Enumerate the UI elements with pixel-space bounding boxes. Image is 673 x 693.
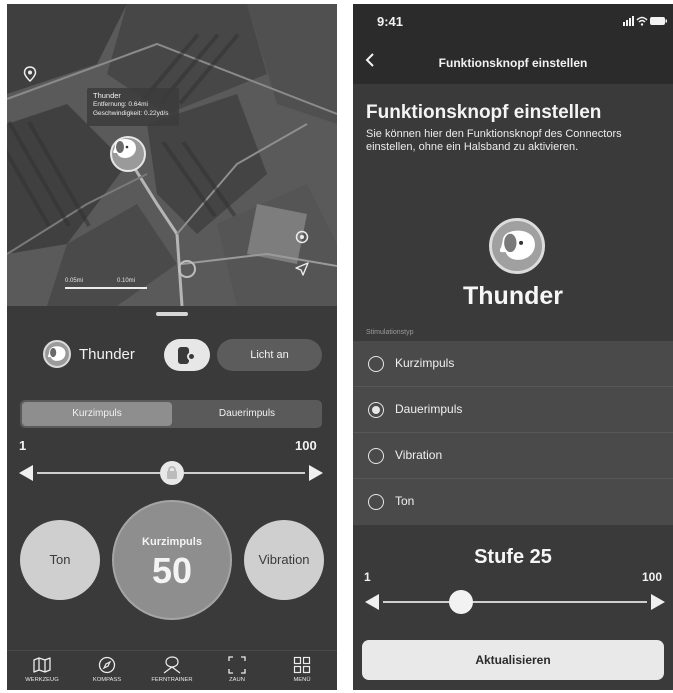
dog-avatar [43,340,71,368]
navigation-bar: Funktionsknopf einstellen [353,44,673,82]
layers-icon [295,230,309,244]
right-screen: 9:41 Funktionsknopf einstellen Funktions… [353,4,673,690]
battery-icon [650,17,667,25]
option-label: Kurzimpuls [395,356,455,370]
grid-menu-icon [293,656,311,674]
drag-handle[interactable] [156,312,188,316]
tab-label: ZAUN [229,677,245,683]
radio-button-selected[interactable] [368,402,384,418]
level-slider-track[interactable] [383,601,647,603]
radio-button[interactable] [368,448,384,464]
light-on-button[interactable]: Licht an [217,339,322,371]
compass-icon [98,656,116,674]
status-time: 9:41 [377,14,404,29]
option-label: Dauerimpuls [395,402,463,416]
radio-button[interactable] [368,494,384,510]
left-screen: Thunder Entfernung: 0.64mi Geschwindigke… [7,4,337,690]
satellite-map[interactable]: Thunder Entfernung: 0.64mi Geschwindigke… [7,4,337,306]
wifi-icon [636,16,648,26]
decrease-arrow-icon[interactable] [19,465,33,481]
impulse-mode-segmented-control: Kurzimpuls Dauerimpuls [20,400,322,428]
tab-label: KOMPASS [92,677,122,683]
map-icon [33,657,51,673]
dog-icon [499,230,535,260]
layers-button[interactable] [295,230,319,254]
dog-map-marker[interactable] [110,136,146,172]
increase-arrow-icon[interactable] [309,465,323,481]
level-heading: Stufe 25 [474,546,552,568]
option-label: Ton [395,494,415,508]
option-label: Vibration [395,448,443,462]
stimulation-button[interactable]: Kurzimpuls 50 [112,500,232,620]
map-scale-bar [65,287,147,289]
location-pin-icon [23,66,37,82]
navigate-button[interactable] [295,262,319,286]
dog-name: Thunder [79,346,135,363]
tab-label: FERNTRAINER [151,677,193,683]
dog-info-callout: Thunder Entfernung: 0.64mi Geschwindigke… [87,88,179,126]
tab-ferntrainer[interactable]: FERNTRAINER [142,655,202,683]
connector-settings-button[interactable] [164,339,210,371]
map-imagery [7,4,337,306]
stimulation-type-list: Kurzimpuls Dauerimpuls Vibration Ton [353,341,673,525]
stimulation-button-label: Kurzimpuls [142,536,202,548]
option-ton[interactable]: Ton [353,479,673,525]
tab-menu[interactable]: MENÜ [272,655,332,683]
increase-arrow-icon[interactable] [651,594,665,610]
callout-distance: Entfernung: 0.64mi [93,101,148,108]
intensity-slider-thumb-locked[interactable] [160,461,184,485]
fence-icon [228,656,246,674]
location-pin-button[interactable] [23,66,47,90]
status-icons [623,16,667,26]
remote-trainer-icon [163,656,181,674]
gear-icon [187,352,196,361]
page-description: Sie können hier den Funktionsknopf des C… [366,128,622,153]
update-button[interactable]: Aktualisieren [362,640,664,680]
scale-label-right: 0.10mi [117,278,136,284]
radio-button[interactable] [368,356,384,372]
tab-label: MENÜ [293,677,311,683]
bottom-tab-bar: WERKZEUG KOMPASS FERNTRAINER ZAUN MENÜ [7,650,337,690]
dog-avatar-large [489,218,545,274]
navigation-arrow-icon [295,262,309,276]
stimulation-type-label: Stimulationstyp [366,329,414,336]
tab-werkzeug[interactable]: WERKZEUG [12,655,72,683]
callout-speed: Geschwindigkeit: 0.22yd/s [93,110,169,117]
level-slider-thumb[interactable] [449,590,473,614]
segment-dauerimpuls[interactable]: Dauerimpuls [172,402,322,426]
option-dauerimpuls[interactable]: Dauerimpuls [353,387,673,433]
tab-zaun[interactable]: ZAUN [207,655,267,683]
tone-button[interactable]: Ton [20,520,100,600]
dog-name-large: Thunder [463,282,563,310]
settings-content: Funktionsknopf einstellen Sie können hie… [353,84,673,690]
signal-icon [623,16,634,26]
slider-max-label: 100 [295,438,317,453]
nav-title: Funktionsknopf einstellen [438,56,588,70]
tab-label: WERKZEUG [25,677,59,683]
slider-max-label: 100 [642,570,663,584]
decrease-arrow-icon[interactable] [365,594,379,610]
page-title: Funktionsknopf einstellen [366,102,602,123]
tab-kompass[interactable]: KOMPASS [77,655,137,683]
option-kurzimpuls[interactable]: Kurzimpuls [353,341,673,387]
segment-kurzimpuls[interactable]: Kurzimpuls [22,402,172,426]
dog-icon [47,346,66,361]
slider-min-label: 1 [19,438,27,453]
vibration-button[interactable]: Vibration [244,520,324,600]
status-bar: 9:41 [353,4,673,34]
control-panel: Thunder Licht an Kurzimpuls Dauerimpuls … [7,306,337,690]
slider-min-label: 1 [364,570,371,584]
dog-icon [113,139,136,158]
callout-dog-name: Thunder [93,91,121,100]
scale-label-left: 0.05mi [65,278,84,284]
stimulation-level-value: 50 [151,550,193,591]
option-vibration[interactable]: Vibration [353,433,673,479]
